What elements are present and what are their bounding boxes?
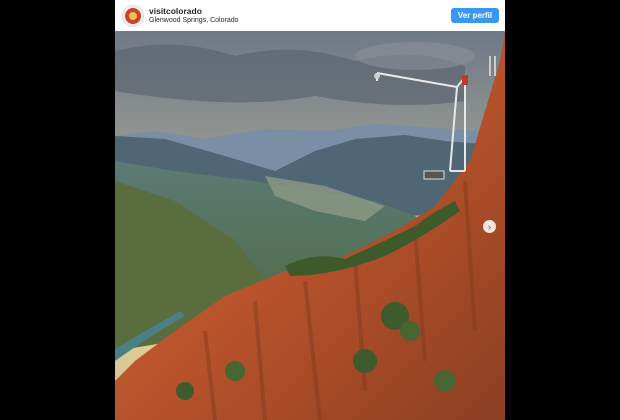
username[interactable]: visitcolorado — [149, 6, 202, 16]
tree — [353, 349, 377, 373]
cloud — [355, 42, 475, 70]
view-profile-button[interactable]: Ver perfil — [451, 8, 499, 23]
instagram-embed-card: visitcolorado Glenwood Springs, Colorado… — [115, 0, 505, 420]
tree — [225, 361, 245, 381]
profile-avatar[interactable] — [122, 5, 144, 27]
chevron-right-icon: › — [488, 221, 491, 232]
tree — [176, 382, 194, 400]
post-header: visitcolorado Glenwood Springs, Colorado… — [115, 0, 505, 31]
next-photo-button[interactable]: › — [483, 220, 496, 233]
tower-light — [462, 75, 468, 85]
tree — [434, 370, 456, 392]
tree — [400, 321, 420, 341]
post-photo[interactable] — [115, 31, 505, 420]
location[interactable]: Glenwood Springs, Colorado — [149, 17, 239, 24]
swing-arm-tip — [374, 73, 380, 79]
logo-sun — [129, 12, 137, 20]
